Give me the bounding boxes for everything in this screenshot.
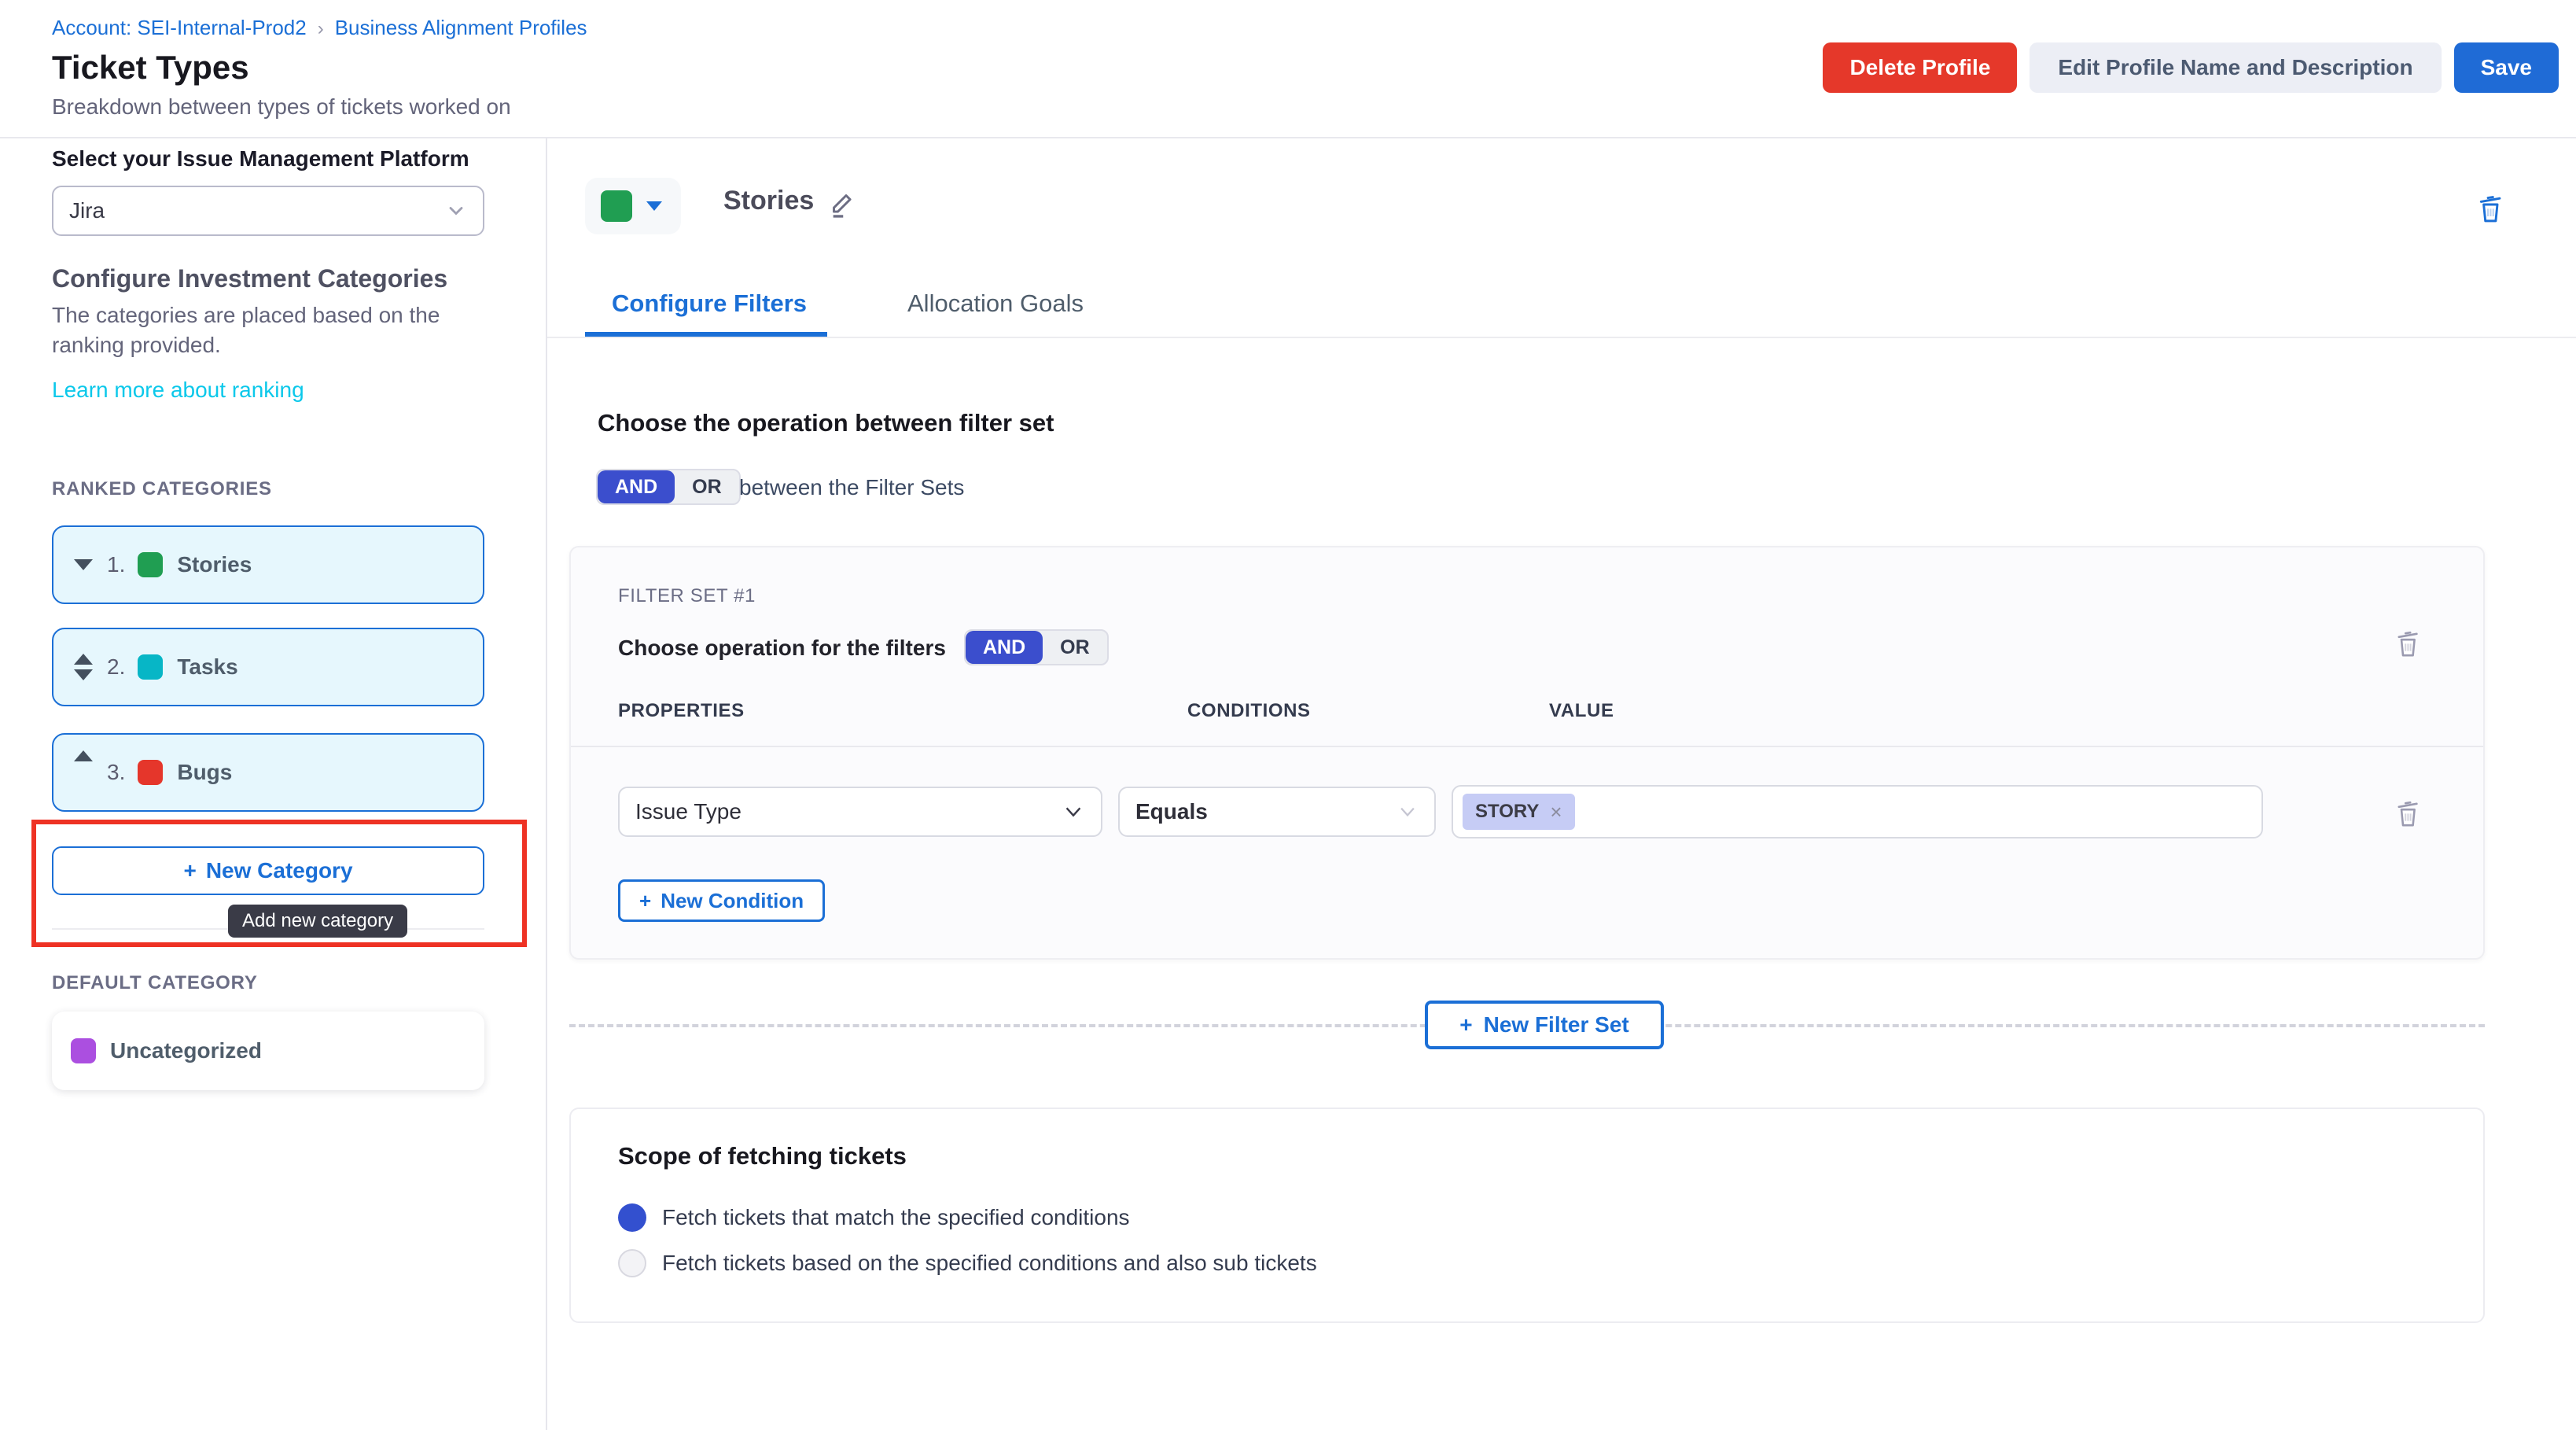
learn-more-link[interactable]: Learn more about ranking [52, 378, 304, 403]
divider [547, 337, 2576, 338]
breadcrumb-account-link[interactable]: Account: SEI-Internal-Prod2 [52, 16, 307, 39]
breadcrumb-profiles-link[interactable]: Business Alignment Profiles [335, 16, 587, 39]
remove-tag-icon[interactable]: × [1550, 800, 1562, 824]
scope-option-label: Fetch tickets based on the specified con… [662, 1251, 1317, 1276]
filter-set-label: FILTER SET #1 [618, 585, 756, 607]
or-toggle[interactable]: OR [675, 470, 739, 503]
filters-operation-label: Choose operation for the filters [618, 636, 946, 661]
tab-configure-filters[interactable]: Configure Filters [612, 289, 807, 318]
ranked-categories-label: RANKED CATEGORIES [52, 478, 272, 500]
column-header-conditions: CONDITIONS [1187, 700, 1311, 722]
condition-select-value: Equals [1135, 799, 1208, 824]
category-name: Uncategorized [110, 1038, 262, 1063]
radio-unselected-icon[interactable] [618, 1249, 646, 1277]
delete-profile-button[interactable]: Delete Profile [1823, 42, 2017, 93]
trash-icon [2392, 796, 2423, 831]
move-up-icon[interactable] [72, 750, 94, 761]
breadcrumb-separator-icon: › [318, 18, 324, 39]
platform-select[interactable]: Jira [52, 186, 484, 236]
plus-icon: + [1459, 1012, 1472, 1037]
new-condition-button[interactable]: + New Condition [618, 879, 825, 922]
condition-select[interactable]: Equals [1118, 787, 1436, 837]
delete-filter-set-button[interactable] [2392, 626, 2423, 661]
save-button[interactable]: Save [2454, 42, 2559, 93]
add-new-category-tooltip: Add new category [228, 905, 407, 938]
category-name: Bugs [177, 760, 232, 785]
category-color-swatch [138, 552, 163, 577]
or-toggle[interactable]: OR [1043, 631, 1107, 664]
column-header-properties: PROPERTIES [618, 700, 745, 722]
trash-icon [2474, 190, 2507, 227]
breadcrumb: Account: SEI-Internal-Prod2 › Business Ali… [52, 16, 587, 40]
operation-caption: between the Filter Sets [739, 475, 964, 500]
chevron-down-icon [1397, 801, 1419, 823]
and-toggle[interactable]: AND [598, 470, 675, 503]
category-rank: 3. [107, 760, 125, 785]
category-color-swatch [71, 1038, 96, 1063]
category-name: Stories [177, 552, 252, 577]
caret-down-icon [646, 201, 662, 211]
move-down-icon[interactable] [72, 559, 94, 570]
edit-profile-button[interactable]: Edit Profile Name and Description [2030, 42, 2441, 93]
plus-icon: + [183, 858, 196, 883]
category-card-tasks[interactable]: 2. Tasks [52, 628, 484, 706]
main-content: Stories Configure Filters Allocation Goa… [547, 138, 2576, 1430]
platform-select-value: Jira [69, 198, 105, 223]
categories-section-title: Configure Investment Categories [52, 264, 447, 293]
column-header-value: VALUE [1549, 700, 1614, 722]
scope-option-match[interactable]: Fetch tickets that match the specified c… [618, 1203, 1130, 1232]
filters-operation-toggle[interactable]: AND OR [964, 629, 1109, 665]
categories-section-description: The categories are placed based on the r… [52, 300, 458, 360]
default-category-label: DEFAULT CATEGORY [52, 972, 258, 994]
new-filter-set-button[interactable]: + New Filter Set [1425, 1001, 1664, 1049]
scope-option-label: Fetch tickets that match the specified c… [662, 1205, 1130, 1230]
header-actions: Delete Profile Edit Profile Name and Des… [1823, 42, 2559, 93]
move-up-down-icon[interactable] [72, 654, 94, 680]
category-card-bugs[interactable]: 3. Bugs [52, 733, 484, 812]
radio-selected-icon[interactable] [618, 1203, 646, 1232]
divider [571, 746, 2483, 747]
chevron-down-icon [445, 200, 467, 222]
default-category-card: Uncategorized [52, 1012, 484, 1090]
page-subtitle: Breakdown between types of tickets worke… [52, 94, 511, 120]
category-name: Tasks [177, 654, 237, 680]
category-color-swatch [138, 760, 163, 785]
and-toggle[interactable]: AND [966, 631, 1043, 664]
platform-label: Select your Issue Management Platform [52, 146, 469, 171]
tab-allocation-goals[interactable]: Allocation Goals [907, 289, 1084, 318]
plus-icon: + [639, 889, 651, 913]
trash-icon [2392, 626, 2423, 661]
value-input[interactable]: STORY × [1452, 785, 2263, 838]
category-color-swatch [138, 654, 163, 680]
delete-category-button[interactable] [2474, 190, 2507, 227]
ticket-types-page: Account: SEI-Internal-Prod2 › Business Ali… [0, 0, 2576, 1430]
category-rank: 2. [107, 654, 125, 680]
pencil-icon [826, 187, 859, 220]
operation-heading: Choose the operation between filter set [598, 409, 1054, 437]
sidebar: Select your Issue Management Platform Ji… [0, 138, 547, 1430]
category-rank: 1. [107, 552, 125, 577]
scope-option-sub-tickets[interactable]: Fetch tickets based on the specified con… [618, 1249, 1317, 1277]
new-category-button[interactable]: + New Category [52, 846, 484, 895]
category-color-dropdown[interactable] [585, 178, 681, 234]
page-title: Ticket Types [52, 49, 249, 87]
filter-set-panel: FILTER SET #1 Choose operation for the f… [569, 546, 2485, 960]
property-select-value: Issue Type [635, 799, 742, 824]
scope-panel: Scope of fetching tickets Fetch tickets … [569, 1108, 2485, 1323]
selected-category-title: Stories [723, 186, 814, 216]
selected-color-swatch [601, 190, 632, 222]
property-select[interactable]: Issue Type [618, 787, 1102, 837]
page-header: Account: SEI-Internal-Prod2 › Business Ali… [0, 0, 2576, 138]
delete-condition-button[interactable] [2392, 796, 2423, 831]
value-tag-story: STORY × [1463, 794, 1575, 830]
edit-category-name-button[interactable] [826, 187, 859, 220]
chevron-down-icon [1062, 800, 1085, 824]
category-card-stories[interactable]: 1. Stories [52, 525, 484, 604]
scope-heading: Scope of fetching tickets [618, 1142, 907, 1170]
filter-set-operation-toggle[interactable]: AND OR [596, 469, 741, 505]
